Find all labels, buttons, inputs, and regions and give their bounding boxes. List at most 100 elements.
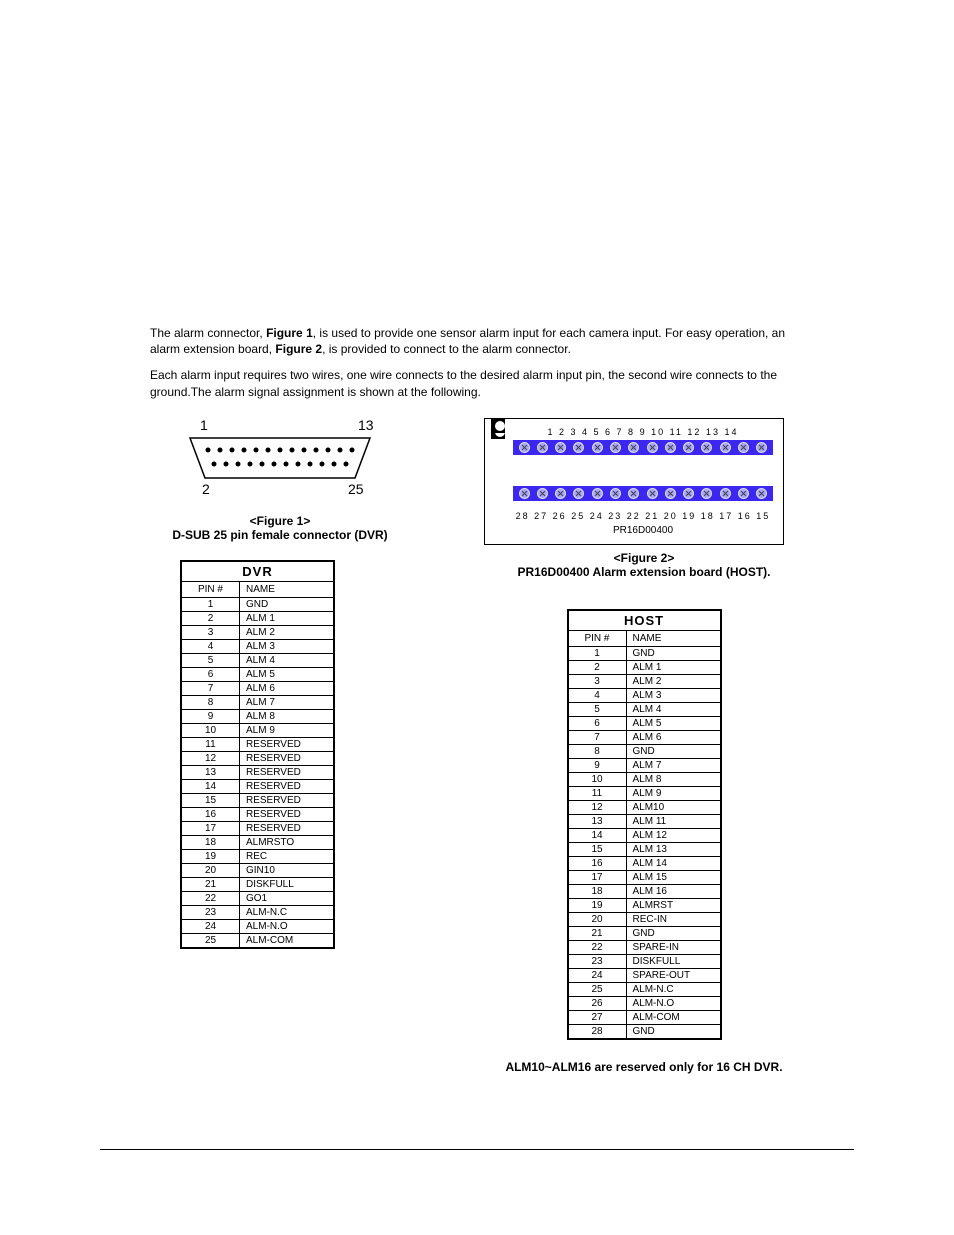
pin-cell: 17 — [181, 821, 240, 835]
pin-cell: 8 — [181, 695, 240, 709]
host-col-pin: PIN # — [568, 630, 627, 646]
pin-cell: 3 — [568, 674, 627, 688]
pin-label-13: 13 — [358, 418, 374, 433]
host-table-title: HOST — [568, 610, 721, 631]
table-row: 8ALM 7 — [181, 695, 334, 709]
pin-cell: 7 — [181, 681, 240, 695]
pin-cell: 14 — [568, 828, 627, 842]
table-row: 20REC-IN — [568, 912, 721, 926]
table-row: 4ALM 3 — [568, 688, 721, 702]
pin-cell: 15 — [568, 842, 627, 856]
name-cell: ALM 1 — [626, 660, 721, 674]
pin-cell: 25 — [181, 933, 240, 948]
name-cell: RESERVED — [240, 779, 335, 793]
ref-figure1: Figure 1 — [266, 326, 313, 340]
name-cell: ALM 5 — [240, 667, 335, 681]
table-row: 24SPARE-OUT — [568, 968, 721, 982]
pin-cell: 1 — [568, 646, 627, 660]
pin-label-1: 1 — [200, 418, 208, 433]
figure-1-caption: <Figure 1> D-SUB 25 pin female connector… — [150, 514, 410, 542]
name-cell: GND — [626, 1024, 721, 1039]
name-cell: RESERVED — [240, 737, 335, 751]
table-row: 18ALM 16 — [568, 884, 721, 898]
table-row: 16ALM 14 — [568, 856, 721, 870]
name-cell: GND — [626, 646, 721, 660]
pin-cell: 14 — [181, 779, 240, 793]
name-cell: ALM 13 — [626, 842, 721, 856]
intro-paragraph-1: The alarm connector, Figure 1, is used t… — [150, 325, 804, 357]
bottom-pin-numbers: 28 27 26 25 24 23 22 21 20 19 18 17 16 1… — [513, 511, 773, 521]
table-row: 23ALM-N.C — [181, 905, 334, 919]
table-row: 15RESERVED — [181, 793, 334, 807]
name-cell: RESERVED — [240, 821, 335, 835]
name-cell: GND — [626, 926, 721, 940]
name-cell: ALM-N.O — [626, 996, 721, 1010]
name-cell: RESERVED — [240, 765, 335, 779]
pin-cell: 10 — [181, 723, 240, 737]
table-row: 12ALM10 — [568, 800, 721, 814]
pin-cell: 23 — [181, 905, 240, 919]
name-cell: ALM 6 — [626, 730, 721, 744]
table-row: 21GND — [568, 926, 721, 940]
pin-cell: 26 — [568, 996, 627, 1010]
table-row: 9ALM 8 — [181, 709, 334, 723]
table-row: 10ALM 9 — [181, 723, 334, 737]
pin-cell: 8 — [568, 744, 627, 758]
dvr-table-title: DVR — [181, 561, 334, 582]
table-row: 19REC — [181, 849, 334, 863]
table-row: 19ALMRST — [568, 898, 721, 912]
host-pin-table: HOST PIN # NAME 1GND2ALM 13ALM 24ALM 35A… — [567, 609, 722, 1040]
name-cell: ALM 11 — [626, 814, 721, 828]
table-row: 17ALM 15 — [568, 870, 721, 884]
table-row: 26ALM-N.O — [568, 996, 721, 1010]
name-cell: GIN10 — [240, 863, 335, 877]
name-cell: REC — [240, 849, 335, 863]
pin-cell: 21 — [568, 926, 627, 940]
pin-cell: 6 — [181, 667, 240, 681]
table-row: 3ALM 2 — [181, 625, 334, 639]
pin-cell: 1 — [181, 597, 240, 611]
table-row: 1GND — [181, 597, 334, 611]
name-cell: SPARE-IN — [626, 940, 721, 954]
table-row: 13ALM 11 — [568, 814, 721, 828]
pin-cell: 13 — [181, 765, 240, 779]
terminal-block-bottom — [513, 486, 773, 501]
name-cell: ALM 6 — [240, 681, 335, 695]
name-cell: ALM-N.O — [240, 919, 335, 933]
table-row: 14ALM 12 — [568, 828, 721, 842]
pin-cell: 16 — [568, 856, 627, 870]
pin-cell: 5 — [181, 653, 240, 667]
name-cell: ALM 7 — [240, 695, 335, 709]
table-row: 6ALM 5 — [568, 716, 721, 730]
name-cell: ALM 12 — [626, 828, 721, 842]
footer-rule — [100, 1149, 854, 1150]
table-row: 14RESERVED — [181, 779, 334, 793]
table-row: 8GND — [568, 744, 721, 758]
pin-cell: 23 — [568, 954, 627, 968]
pin-cell: 3 — [181, 625, 240, 639]
name-cell: ALM-COM — [240, 933, 335, 948]
pin-cell: 20 — [181, 863, 240, 877]
text: , is provided to connect to the alarm co… — [322, 342, 571, 356]
pin-cell: 17 — [568, 870, 627, 884]
name-cell: ALM 14 — [626, 856, 721, 870]
pin-cell: 2 — [181, 611, 240, 625]
pin-cell: 28 — [568, 1024, 627, 1039]
name-cell: GND — [240, 597, 335, 611]
pin-cell: 5 — [568, 702, 627, 716]
table-row: 22GO1 — [181, 891, 334, 905]
document-page: The alarm connector, Figure 1, is used t… — [0, 0, 954, 1235]
top-pin-numbers: 1 2 3 4 5 6 7 8 9 10 11 12 13 14 — [513, 427, 773, 437]
table-row: 13RESERVED — [181, 765, 334, 779]
figure-1-label: <Figure 1> — [250, 514, 311, 528]
name-cell: ALMRST — [626, 898, 721, 912]
name-cell: ALM10 — [626, 800, 721, 814]
table-row: 5ALM 4 — [181, 653, 334, 667]
name-cell: ALM 9 — [626, 786, 721, 800]
table-row: 5ALM 4 — [568, 702, 721, 716]
pin-cell: 18 — [181, 835, 240, 849]
table-row: 25ALM-COM — [181, 933, 334, 948]
pin-cell: 9 — [181, 709, 240, 723]
name-cell: ALM-N.C — [240, 905, 335, 919]
dvr-col-pin: PIN # — [181, 581, 240, 597]
